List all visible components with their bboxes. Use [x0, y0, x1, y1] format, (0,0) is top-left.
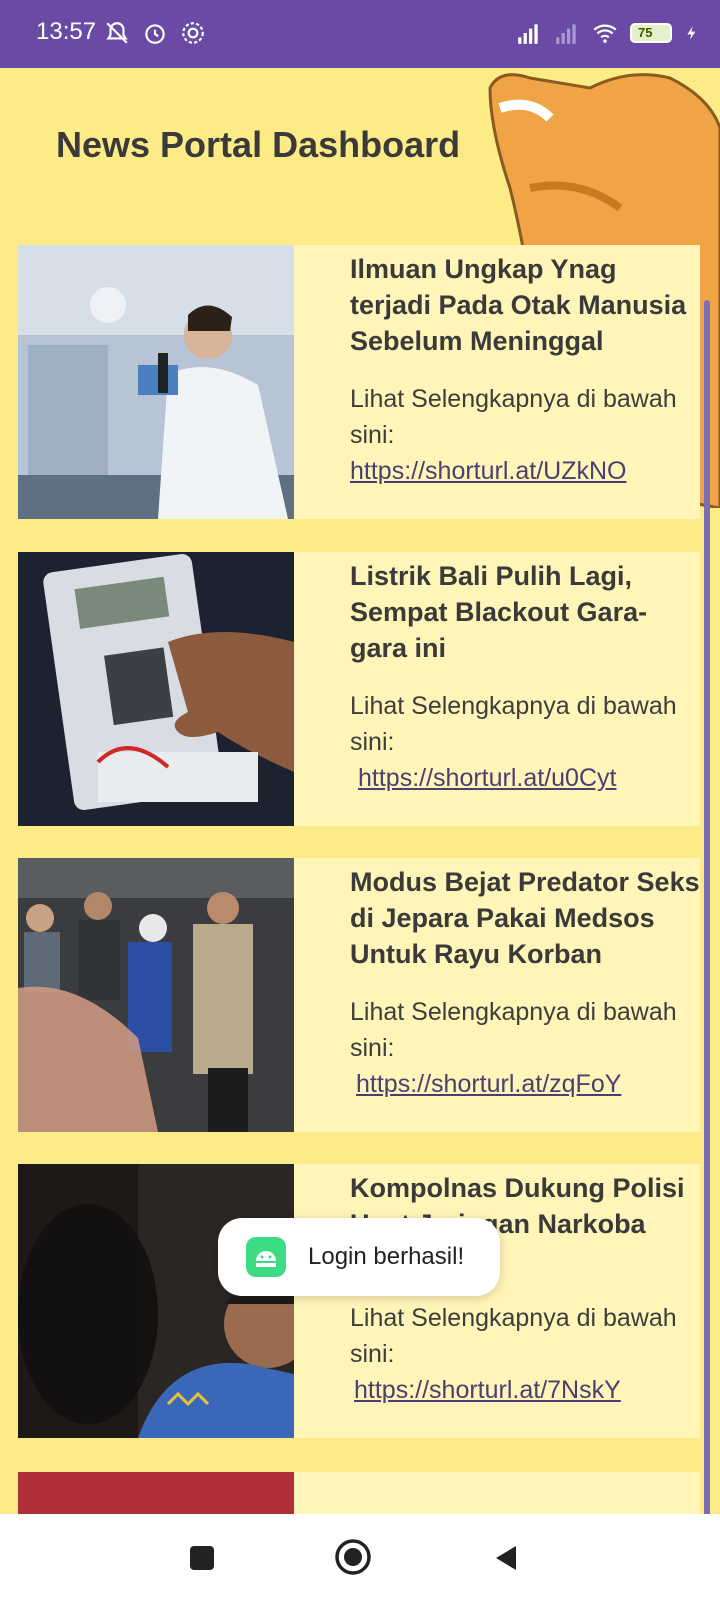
status-time: 13:57 — [36, 18, 97, 45]
news-title[interactable]: Listrik Bali Pulih Lagi, Sempat Blackout… — [350, 558, 700, 666]
news-card[interactable]: Modus Bejat Predator Seks di Jepara Paka… — [18, 858, 700, 1132]
news-image-man-portrait — [18, 1164, 294, 1438]
mute-icon — [106, 22, 128, 44]
recents-button[interactable] — [186, 1542, 218, 1574]
news-desc-text: Lihat Selengkapnya di bawah sini: — [350, 998, 677, 1062]
toast-text: Login berhasil! — [308, 1243, 465, 1270]
news-desc-text: Lihat Selengkapnya di bawah sini: — [350, 385, 677, 449]
news-title[interactable]: Modus Bejat Predator Seks di Jepara Paka… — [350, 864, 700, 972]
news-link[interactable]: https://shorturl.at/u0Cyt — [350, 760, 700, 796]
status-bar: 13:57 75 — [0, 0, 720, 68]
battery-level: 75 — [638, 25, 653, 40]
news-desc-text: Lihat Selengkapnya di bawah sini: — [350, 692, 677, 756]
news-image-police-press — [18, 858, 294, 1132]
news-link[interactable]: https://shorturl.at/UZkNO — [350, 453, 700, 489]
back-button[interactable] — [490, 1542, 522, 1574]
toast-message: Login berhasil! — [218, 1218, 500, 1296]
news-link[interactable]: https://shorturl.at/7NskY — [350, 1372, 700, 1408]
news-description: Lihat Selengkapnya di bawah sini: https:… — [350, 381, 700, 489]
charging-icon — [687, 26, 696, 40]
signal-icon — [518, 24, 538, 44]
news-card[interactable]: Kompolnas Dukung Polisi Usut Jaringan Na… — [18, 1164, 700, 1438]
news-card[interactable]: Ilmuan Ungkap Ynag terjadi Pada Otak Man… — [18, 245, 700, 519]
news-image-electric-meter — [18, 552, 294, 826]
status-left-icons — [104, 20, 206, 46]
news-title[interactable]: Ilmuan Ungkap Ynag terjadi Pada Otak Man… — [350, 251, 700, 359]
settings-icon — [182, 22, 204, 44]
home-button[interactable] — [334, 1538, 372, 1576]
news-image-scientist — [18, 245, 294, 519]
news-description: Lihat Selengkapnya di bawah sini: https:… — [350, 1300, 700, 1408]
news-desc-text: Lihat Selengkapnya di bawah sini: — [350, 1304, 677, 1368]
wifi-icon — [593, 24, 617, 43]
signal-icon — [556, 24, 576, 44]
news-link[interactable]: https://shorturl.at/zqFoY — [350, 1066, 700, 1102]
battery-icon: 75 — [630, 23, 672, 43]
page-title: News Portal Dashboard — [56, 124, 461, 165]
scrollbar[interactable] — [704, 300, 710, 1514]
android-icon — [246, 1237, 286, 1277]
news-card[interactable]: Listrik Bali Pulih Lagi, Sempat Blackout… — [18, 552, 700, 826]
navigation-bar — [0, 1514, 720, 1600]
alarm-icon — [145, 24, 165, 44]
news-description: Lihat Selengkapnya di bawah sini: https:… — [350, 994, 700, 1102]
news-description: Lihat Selengkapnya di bawah sini: https:… — [350, 688, 700, 796]
news-dashboard[interactable]: News Portal Dashboard Ilmuan Ungkap Ynag… — [0, 68, 720, 1514]
news-card[interactable] — [18, 1472, 700, 1514]
news-image-partial — [18, 1472, 294, 1514]
status-right-icons: 75 — [516, 20, 700, 46]
